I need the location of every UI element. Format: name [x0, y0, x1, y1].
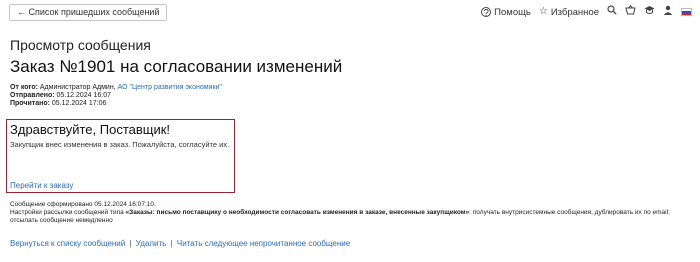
settings-note-line2: отсылать сообщение немедленно [10, 217, 113, 224]
message-title: Заказ №1901 на согласовании изменений [10, 57, 343, 76]
settings-type: «Заказы: письмо поставщику о необходимос… [125, 209, 470, 216]
cap-icon[interactable] [644, 5, 655, 19]
favorites-label: Избранное [550, 6, 599, 18]
basket-icon[interactable] [625, 5, 636, 19]
message-actions: Вернуться к списку сообщений | Удалить |… [10, 239, 350, 248]
message-text: Закупщик внес изменения в заказ. Пожалуй… [10, 140, 230, 149]
separator: | [170, 239, 173, 248]
from-org-link[interactable]: АО "Центр развития экономики" [118, 84, 222, 91]
help-link[interactable]: ? Помощь [481, 6, 531, 19]
message-body-box: Здравствуйте, Поставщик! Закупщик внес и… [6, 119, 235, 193]
help-label: Помощь [494, 6, 531, 18]
back-to-inbox-button[interactable]: ← Список пришедших сообщений [9, 4, 168, 21]
top-bar: ← Список пришедших сообщений ? Помощь ☆ … [0, 0, 700, 24]
settings-note: Настройки рассылки сообщений типа «Заказ… [10, 209, 670, 216]
read-value: 05.12.2024 17:06 [51, 100, 107, 107]
delete-link[interactable]: Удалить [136, 239, 167, 248]
sent-row: Отправлено: 05.12.2024 16:07 [10, 92, 111, 99]
sent-value: 05.12.2024 16:07 [56, 92, 112, 99]
greeting: Здравствуйте, Поставщик! [10, 122, 171, 137]
go-to-order-link[interactable]: Перейти к заказу [10, 181, 73, 190]
help-icon: ? [481, 7, 492, 19]
top-right-menu: ? Помощь ☆ Избранное [473, 5, 692, 19]
page-title: Просмотр сообщения [10, 37, 151, 53]
flag-icon[interactable] [681, 8, 692, 16]
generated-note: Сообщение сформировано 05.12.2024 16:07:… [10, 201, 156, 208]
favorites-link[interactable]: ☆ Избранное [539, 6, 599, 18]
back-to-list-link[interactable]: Вернуться к списку сообщений [10, 239, 125, 248]
star-icon: ☆ [538, 6, 548, 17]
profile-icon[interactable] [663, 5, 673, 19]
sent-label: Отправлено: [10, 92, 55, 99]
read-next-link[interactable]: Читать следующее непрочитанное сообщение [177, 239, 350, 248]
search-icon[interactable] [607, 5, 617, 19]
from-row: От кого: Администратор Админ, АО "Центр … [10, 84, 222, 91]
from-name: Администратор Админ, [39, 84, 116, 91]
separator: | [129, 239, 132, 248]
settings-prefix: Настройки рассылки сообщений типа [10, 209, 126, 216]
read-row: Прочитано: 05.12.2024 17:06 [10, 100, 106, 107]
settings-suffix: : получать внутрисистемные сообщения, ду… [469, 209, 670, 216]
read-label: Прочитано: [10, 100, 50, 107]
from-label: От кого: [10, 84, 38, 91]
